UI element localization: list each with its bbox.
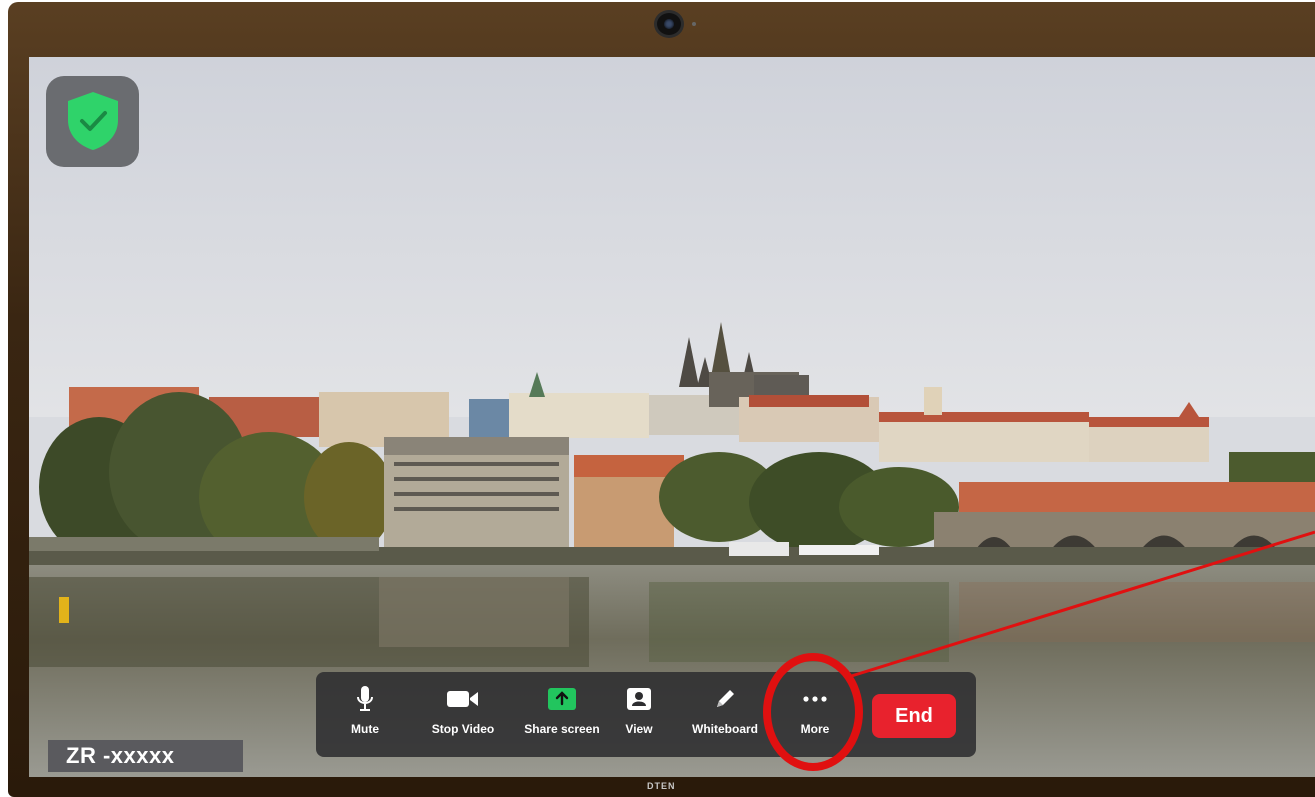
webcam-icon [654, 10, 684, 38]
view-button[interactable]: View [614, 684, 664, 744]
more-dots-icon [803, 696, 827, 702]
more-label: More [800, 722, 830, 736]
whiteboard-button[interactable]: Whiteboard [684, 684, 766, 744]
video-camera-icon [447, 691, 478, 707]
view-label: View [625, 722, 653, 736]
share-screen-button[interactable]: Share screen [516, 684, 608, 744]
stop-video-button[interactable]: Stop Video [424, 684, 502, 744]
video-feed [29, 57, 1315, 777]
mute-label: Mute [351, 722, 379, 736]
whiteboard-label: Whiteboard [692, 722, 758, 736]
share-screen-label: Share screen [524, 722, 600, 736]
more-button[interactable]: More [786, 684, 844, 744]
pencil-icon [717, 690, 734, 707]
monitor-brand-logo: DTEN [647, 781, 676, 791]
mute-button[interactable]: Mute [336, 684, 394, 744]
share-screen-icon [548, 688, 576, 710]
stop-video-label: Stop Video [431, 722, 495, 736]
microphone-icon [357, 686, 373, 711]
end-meeting-button[interactable]: End [872, 694, 956, 738]
shield-check-icon [68, 92, 118, 150]
participant-name-tag: ZR -xxxxx [48, 740, 243, 772]
camera-led [692, 22, 696, 26]
encryption-badge[interactable] [46, 76, 139, 167]
view-speaker-icon [627, 688, 651, 710]
background-scene [29, 57, 1315, 777]
